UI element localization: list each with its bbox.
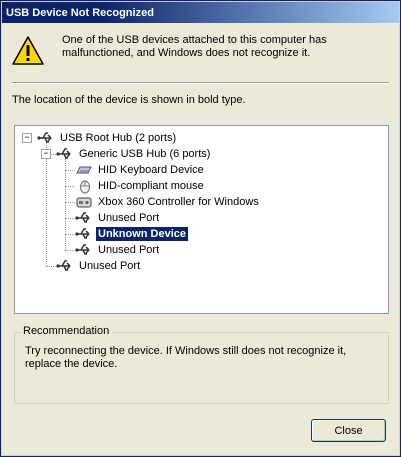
usb-icon (37, 132, 52, 143)
tree-item-label: Generic USB Hub (6 ports) (79, 148, 211, 160)
divider (12, 82, 389, 84)
tree-item-label: Xbox 360 Controller for Windows (98, 196, 259, 208)
tree-item-unknown-device[interactable]: Unknown Device (75, 226, 190, 242)
usb-icon (75, 212, 90, 223)
close-button[interactable]: Close (311, 419, 386, 442)
tree-item-generic-hub[interactable]: Generic USB Hub (6 ports) (56, 146, 212, 162)
tree-item-label: HID Keyboard Device (98, 164, 204, 176)
tree-item-unused-port[interactable]: Unused Port (56, 258, 142, 274)
tree-item-xbox-controller[interactable]: Xbox 360 Controller for Windows (75, 194, 261, 210)
mouse-icon (80, 180, 90, 194)
selected-device-label: Unknown Device (94, 226, 190, 242)
tree-item-label: Unused Port (98, 244, 160, 256)
recommendation-legend: Recommendation (20, 325, 113, 337)
window-title: USB Device Not Recognized (6, 6, 154, 19)
tree-item-root-hub[interactable]: USB Root Hub (2 ports) (37, 130, 178, 146)
tree-item-unused-port[interactable]: Unused Port (75, 210, 161, 226)
tree-item-label: Unused Port (79, 260, 141, 272)
usb-icon (56, 260, 71, 271)
tree-item-keyboard[interactable]: HID Keyboard Device (75, 162, 206, 178)
collapse-toggle-root-hub[interactable]: − (22, 133, 32, 143)
tree-item-unused-port[interactable]: Unused Port (75, 242, 161, 258)
title-bar[interactable]: USB Device Not Recognized (2, 2, 399, 23)
instruction-text: The location of the device is shown in b… (12, 94, 246, 106)
tree-item-label: USB Root Hub (2 ports) (60, 132, 177, 144)
warning-icon (12, 36, 44, 65)
tree-item-label: HID-compliant mouse (98, 180, 204, 192)
usb-icon (56, 148, 71, 159)
error-message: One of the USB devices attached to this … (62, 34, 327, 59)
usb-icon (75, 228, 90, 239)
usb-icon (75, 244, 90, 255)
tree-item-label: Unused Port (98, 212, 160, 224)
collapse-toggle-generic-hub[interactable]: − (41, 149, 51, 159)
keyboard-icon (76, 166, 92, 174)
recommendation-text: Try reconnecting the device. If Windows … (25, 345, 347, 370)
device-tree[interactable]: − − USB Root Hub (2 ports) Generic USB H… (14, 125, 389, 314)
controller-icon (76, 197, 92, 208)
tree-item-mouse[interactable]: HID-compliant mouse (75, 178, 206, 194)
